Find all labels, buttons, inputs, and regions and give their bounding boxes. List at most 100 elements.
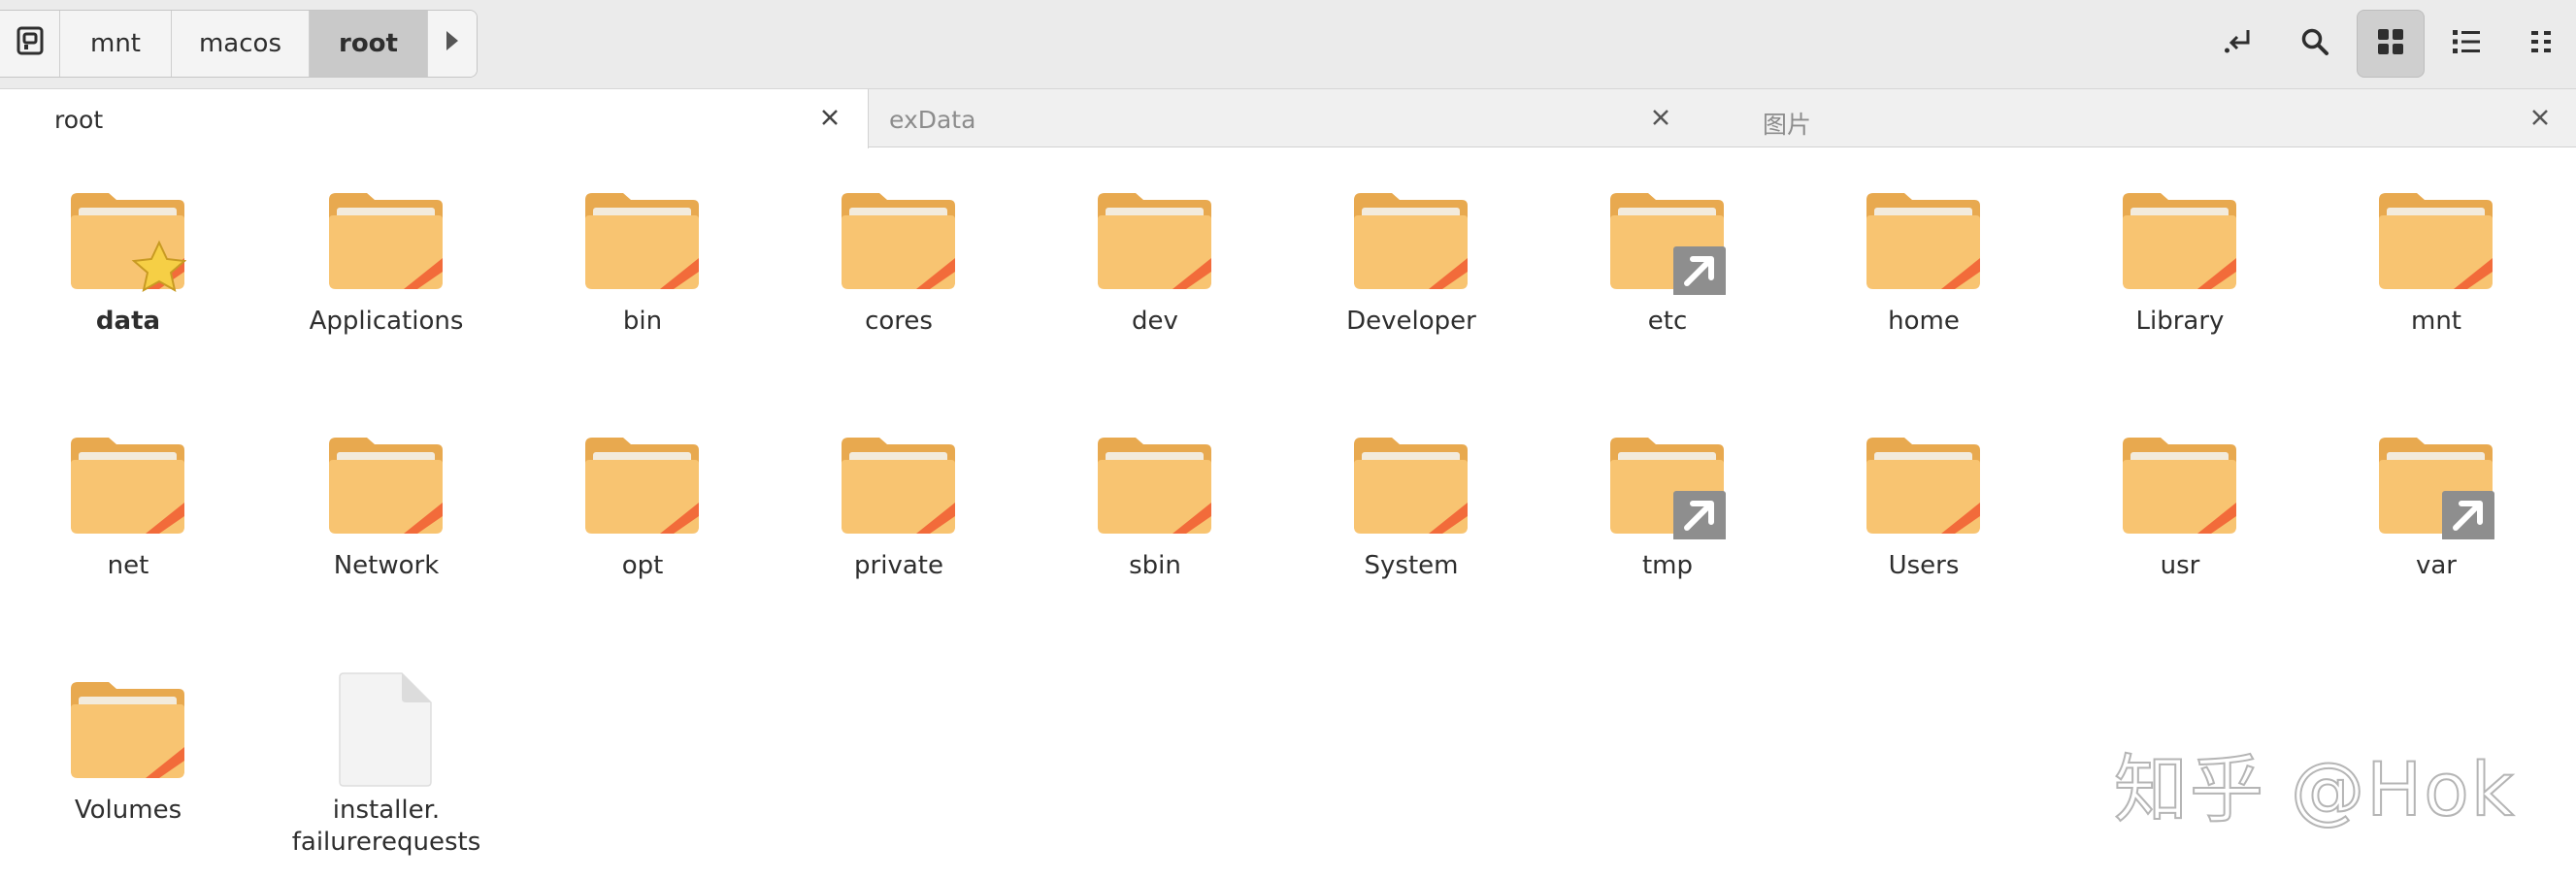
tab-close-button[interactable] [1646, 103, 1675, 132]
item-label: data [95, 307, 161, 336]
item-label: mnt [2411, 307, 2461, 336]
file-icon [328, 671, 445, 787]
list-view-icon [2452, 28, 2481, 59]
folder-icon [1097, 188, 1213, 295]
folder-link-icon [1609, 433, 1726, 541]
folder-icon [841, 433, 957, 539]
folder-icon [70, 677, 186, 784]
folder-item[interactable]: Developer [1283, 147, 1539, 371]
item-label: Network [333, 551, 440, 580]
breadcrumb-segment-macos[interactable]: macos [172, 11, 310, 77]
tab-close-button[interactable] [2526, 103, 2555, 132]
folder-item[interactable]: net [0, 392, 256, 615]
grid-view-button[interactable] [2357, 10, 2425, 78]
folder-item[interactable]: var [2308, 392, 2564, 615]
folder-icon [328, 188, 445, 295]
folder-item[interactable]: bin [514, 147, 771, 371]
folder-item[interactable]: Library [2052, 147, 2308, 371]
folder-icon [1097, 433, 1213, 539]
tab-label: root [54, 106, 104, 134]
folder-item[interactable]: data [0, 147, 256, 371]
search-icon [2300, 27, 2329, 60]
folder-item[interactable]: Users [1796, 392, 2052, 615]
folder-link-icon [1609, 188, 1726, 297]
toolbar-right [2197, 10, 2576, 78]
tab-pictures[interactable]: 图片 [1708, 89, 2576, 147]
tab-label: 图片 [1763, 111, 1812, 139]
item-label: Users [1888, 551, 1960, 580]
folder-icon [1353, 433, 1470, 539]
triangle-right-icon [446, 29, 459, 58]
folder-icon [70, 433, 186, 539]
folder-item[interactable]: mnt [2308, 147, 2564, 371]
folder-icon [328, 433, 445, 539]
watermark-text: 知乎 @Hok [2113, 745, 2516, 833]
main-menu-button[interactable] [2508, 10, 2576, 78]
enter-location-icon [2224, 27, 2255, 60]
item-label: dev [1132, 307, 1178, 336]
item-label: Developer [1346, 307, 1476, 336]
folder-item[interactable]: tmp [1539, 392, 1796, 615]
folder-item[interactable]: Volumes [0, 636, 256, 860]
folder-item[interactable]: dev [1027, 147, 1283, 371]
item-label: Library [2135, 307, 2225, 336]
list-view-button[interactable] [2432, 10, 2500, 78]
folder-icon [1866, 188, 1982, 295]
close-icon [822, 110, 838, 125]
tab-close-button[interactable] [815, 103, 844, 132]
item-label: net [107, 551, 149, 580]
grid-view-icon [2377, 28, 2404, 59]
search-button[interactable] [2281, 10, 2349, 78]
folder-item[interactable]: Applications [258, 147, 514, 371]
item-label: sbin [1129, 551, 1181, 580]
folder-icon [2378, 188, 2494, 295]
enter-location-button[interactable] [2205, 10, 2273, 78]
folder-item[interactable]: Network [258, 392, 514, 615]
folder-item[interactable]: opt [514, 392, 771, 615]
folder-icon [2122, 188, 2238, 295]
tab-label: exData [889, 106, 976, 134]
breadcrumb-segment-mnt[interactable]: mnt [60, 11, 172, 77]
breadcrumb-segment-root[interactable]: root [310, 11, 428, 77]
item-label: var [2415, 551, 2457, 580]
folder-item[interactable]: home [1796, 147, 2052, 371]
folder-item[interactable]: sbin [1027, 392, 1283, 615]
folder-item[interactable]: private [771, 392, 1027, 615]
folder-item[interactable]: System [1283, 392, 1539, 615]
item-label: bin [622, 307, 663, 336]
folder-starred-icon [70, 188, 187, 295]
item-label: cores [865, 307, 933, 336]
drive-icon [17, 26, 44, 62]
folder-icon [2122, 433, 2238, 539]
folder-icon [841, 188, 957, 295]
item-label: tmp [1641, 551, 1694, 580]
folder-item[interactable]: etc [1539, 147, 1796, 371]
close-icon [2532, 110, 2548, 125]
tab-exdata[interactable]: exData [870, 89, 1708, 147]
folder-icon [584, 433, 701, 539]
folder-link-icon [2378, 433, 2494, 541]
item-label: Volumes [74, 796, 182, 825]
item-label: opt [621, 551, 664, 580]
close-icon [1653, 110, 1668, 125]
breadcrumb: mnt macos root [0, 10, 478, 78]
location-root-button[interactable] [0, 11, 60, 77]
tab-root[interactable]: root [0, 89, 869, 148]
header-bar: mnt macos root [0, 0, 2576, 89]
menu-icon [2529, 29, 2555, 58]
folder-item[interactable]: usr [2052, 392, 2308, 615]
item-label: installer. failurerequests [291, 796, 481, 857]
folder-item[interactable]: cores [771, 147, 1027, 371]
file-item[interactable]: installer. failurerequests [258, 636, 514, 860]
item-label: private [854, 551, 943, 580]
breadcrumb-forward-button[interactable] [428, 11, 477, 77]
folder-icon [584, 188, 701, 295]
item-label: home [1888, 307, 1960, 336]
folder-icon [1866, 433, 1982, 539]
item-label: Applications [309, 307, 464, 336]
item-label: System [1364, 551, 1459, 580]
tab-bar: root exData 图片 [0, 89, 2576, 148]
folder-icon [1353, 188, 1470, 295]
item-label: usr [2160, 551, 2200, 580]
item-label: etc [1647, 307, 1688, 336]
